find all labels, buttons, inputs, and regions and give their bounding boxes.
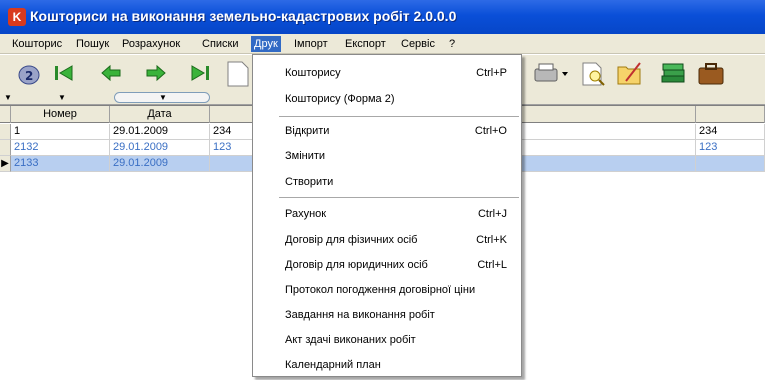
menu-item-work-assignment[interactable]: Завдання на виконання робіт: [253, 304, 521, 326]
menu-druk[interactable]: Друк: [251, 36, 281, 52]
menu-item-acceptance-act[interactable]: Акт здачі виконаних робіт: [253, 329, 521, 351]
menu-separator: [279, 197, 519, 199]
filter-arrow-icon[interactable]: ▼: [58, 93, 66, 102]
first-record-icon[interactable]: [50, 59, 80, 87]
filter-combo[interactable]: ▼: [114, 92, 210, 103]
chevron-down-icon: ▼: [159, 93, 167, 102]
last-record-icon[interactable]: [184, 59, 214, 87]
row-indicator: [0, 124, 11, 140]
menu-bar: Кошторис Пошук Розрахунок Списки Друк Ім…: [0, 34, 765, 54]
next-record-icon[interactable]: [141, 59, 171, 87]
print-preview-icon[interactable]: [578, 59, 608, 87]
menu-item-print-estimate-form2[interactable]: Кошторису (Форма 2): [253, 88, 521, 110]
books-icon[interactable]: [658, 59, 688, 87]
menu-import[interactable]: Імпорт: [291, 36, 331, 52]
header-indicator: [0, 106, 11, 123]
menu-item-create[interactable]: Створити: [253, 171, 521, 193]
column-header-number[interactable]: Номер: [11, 106, 110, 123]
cell-number: 1: [11, 124, 110, 140]
cell-date: 29.01.2009: [110, 156, 210, 172]
menu-item-print-estimate[interactable]: Кошторису Ctrl+P: [253, 62, 521, 84]
menu-item-contract-individuals[interactable]: Договір для фізичних осіб Ctrl+K: [253, 229, 521, 251]
column-header[interactable]: [696, 106, 765, 123]
column-header-date[interactable]: Дата: [110, 106, 210, 123]
filter-arrow-icon[interactable]: ▼: [4, 93, 12, 102]
menu-help[interactable]: ?: [446, 36, 458, 52]
cell-value: 123: [696, 140, 765, 156]
briefcase-icon[interactable]: [695, 59, 725, 87]
menu-item-edit[interactable]: Змінити: [253, 145, 521, 167]
menu-koshtorys[interactable]: Кошторис: [9, 36, 65, 52]
cell-number: 2132: [11, 140, 110, 156]
cell-value: 234: [696, 124, 765, 140]
menu-poshuk[interactable]: Пошук: [73, 36, 112, 52]
cell-number: 2133: [11, 156, 110, 172]
menu-eksport[interactable]: Експорт: [342, 36, 389, 52]
menu-rozrakhunok[interactable]: Розрахунок: [119, 36, 183, 52]
cell-date: 29.01.2009: [110, 124, 210, 140]
new-document-icon[interactable]: [222, 59, 252, 87]
menu-item-calendar-plan[interactable]: Календарний план: [253, 354, 521, 376]
menu-spysky[interactable]: Списки: [199, 36, 242, 52]
print-menu-dropdown: Кошторису Ctrl+P Кошторису (Форма 2) Відк…: [252, 54, 522, 377]
cell-value: [696, 156, 765, 172]
app-logo-icon: K: [8, 8, 26, 26]
title-bar: K Кошториси на виконання земельно-кадаст…: [0, 0, 765, 34]
cell-date: 29.01.2009: [110, 140, 210, 156]
print-icon[interactable]: [532, 59, 568, 87]
menu-item-invoice[interactable]: Рахунок Ctrl+J: [253, 203, 521, 225]
edit-document-icon[interactable]: [614, 59, 644, 87]
svg-text:2: 2: [25, 69, 33, 83]
menu-item-price-protocol[interactable]: Протокол погодження договірної ціни: [253, 279, 521, 301]
window-title: Кошториси на виконання земельно-кадастро…: [30, 8, 457, 24]
menu-item-contract-legal-entities[interactable]: Договір для юридичних осіб Ctrl+L: [253, 254, 521, 276]
menu-item-open[interactable]: Відкрити Ctrl+O: [253, 120, 521, 142]
menu-separator: [279, 116, 519, 118]
row-indicator: [0, 140, 11, 156]
current-row-arrow-icon: ▶: [0, 156, 11, 172]
refresh-icon[interactable]: 2: [14, 59, 44, 87]
prev-record-icon[interactable]: [96, 59, 126, 87]
menu-servis[interactable]: Сервіс: [398, 36, 438, 52]
